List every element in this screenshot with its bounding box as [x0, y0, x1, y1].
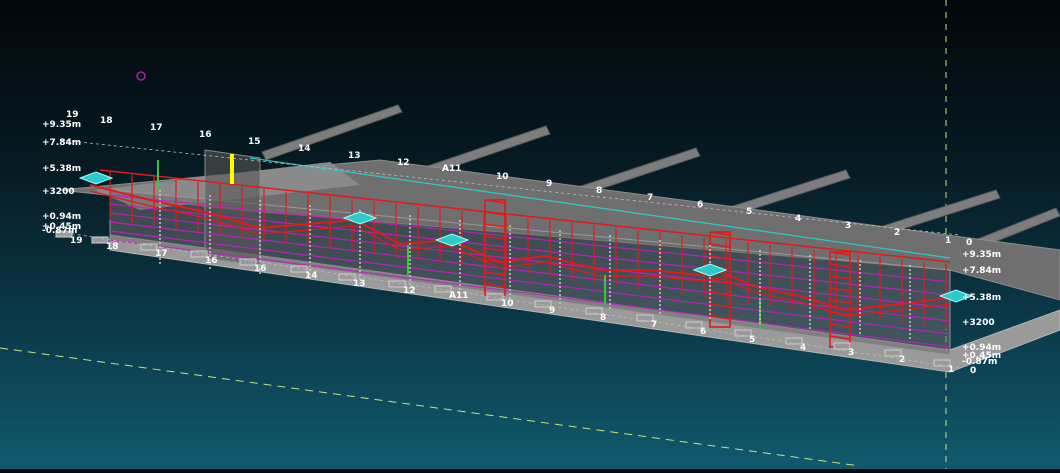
front-grid-label: 6	[700, 327, 706, 337]
left-elevation-label: +9.35m	[42, 120, 81, 130]
right-elevation-label: +9.35m	[962, 250, 1001, 260]
front-grid-label: 9	[549, 306, 555, 316]
top-grid-label: 6	[697, 200, 703, 210]
left-elevation-label: +7.84m	[42, 138, 81, 148]
front-grid-label: 2	[899, 355, 905, 365]
front-grid-label: 17	[155, 249, 168, 259]
top-grid-label: 3	[845, 221, 851, 231]
top-grid-label: 12	[397, 158, 410, 168]
front-grid-label: 4	[800, 343, 806, 353]
3d-model-viewport[interactable]: 19 18 17 16 15 14 13 12 A11 10 9 8 7 6 5 4 3 2 1 0 19 18 17 16…	[0, 0, 1060, 469]
front-grid-label: 14	[305, 271, 318, 281]
front-grid-label: 10	[501, 299, 514, 309]
front-grid-label: 12	[403, 286, 416, 296]
top-grid-label: 9	[546, 179, 552, 189]
top-grid-label: 19	[66, 110, 79, 120]
front-grid-label: 19	[70, 236, 83, 246]
left-elevation-label: +5.38m	[42, 164, 81, 174]
top-grid-label: 14	[298, 144, 311, 154]
top-grid-label: 10	[496, 172, 509, 182]
right-elevation-label: +7.84m	[962, 266, 1001, 276]
top-grid-label: 7	[647, 193, 653, 203]
left-elevation-label: -0.87m	[42, 226, 77, 236]
top-grid-label: 17	[150, 123, 163, 133]
front-grid-label: 16	[254, 264, 267, 274]
right-elevation-label: +3200	[962, 318, 995, 328]
left-elevation-labels: +9.35m+7.84m+5.38m+3200+0.94m+0.45m-0.87…	[42, 120, 81, 236]
top-grid-label: 15	[248, 137, 261, 147]
front-grid-label: 8	[600, 313, 606, 323]
top-grid-label: 13	[348, 151, 361, 161]
structure-3d-view: 1918171615141312A1110987654321 0 19181716…	[0, 0, 1060, 469]
right-elevation-labels: +9.35m+7.84m+5.38m+3200+0.94m+0.45m-0.87…	[962, 250, 1001, 367]
top-grid-label: 2	[894, 228, 900, 238]
front-grid-label: 0	[970, 366, 976, 376]
right-elevation-label: +5.38m	[962, 293, 1001, 303]
top-grid-label: 0	[966, 238, 972, 248]
top-grid-label: 1	[945, 236, 951, 246]
front-grid-label: A11	[449, 291, 469, 301]
origin-marker-icon	[136, 71, 146, 81]
front-grid-label: 13	[353, 279, 366, 289]
top-grid-label: 16	[199, 130, 212, 140]
front-grid-label: 16	[205, 256, 218, 266]
front-grid-label: 7	[651, 320, 657, 330]
front-grid-label: 3	[848, 348, 854, 358]
top-grid-label: A11	[442, 164, 462, 174]
right-elevation-label: -0.87m	[962, 357, 997, 367]
left-elevation-label: +0.94m	[42, 212, 81, 222]
top-grid-label: 4	[795, 214, 801, 224]
top-grid-label: 5	[746, 207, 752, 217]
front-grid-label: 5	[749, 335, 755, 345]
front-grid-label: 18	[106, 242, 119, 252]
axis-guide-line	[0, 347, 861, 467]
front-grid-label: 1	[948, 365, 954, 375]
left-elevation-label: +3200	[42, 187, 75, 197]
top-grid-label: 18	[100, 116, 113, 126]
top-grid-label: 8	[596, 186, 602, 196]
